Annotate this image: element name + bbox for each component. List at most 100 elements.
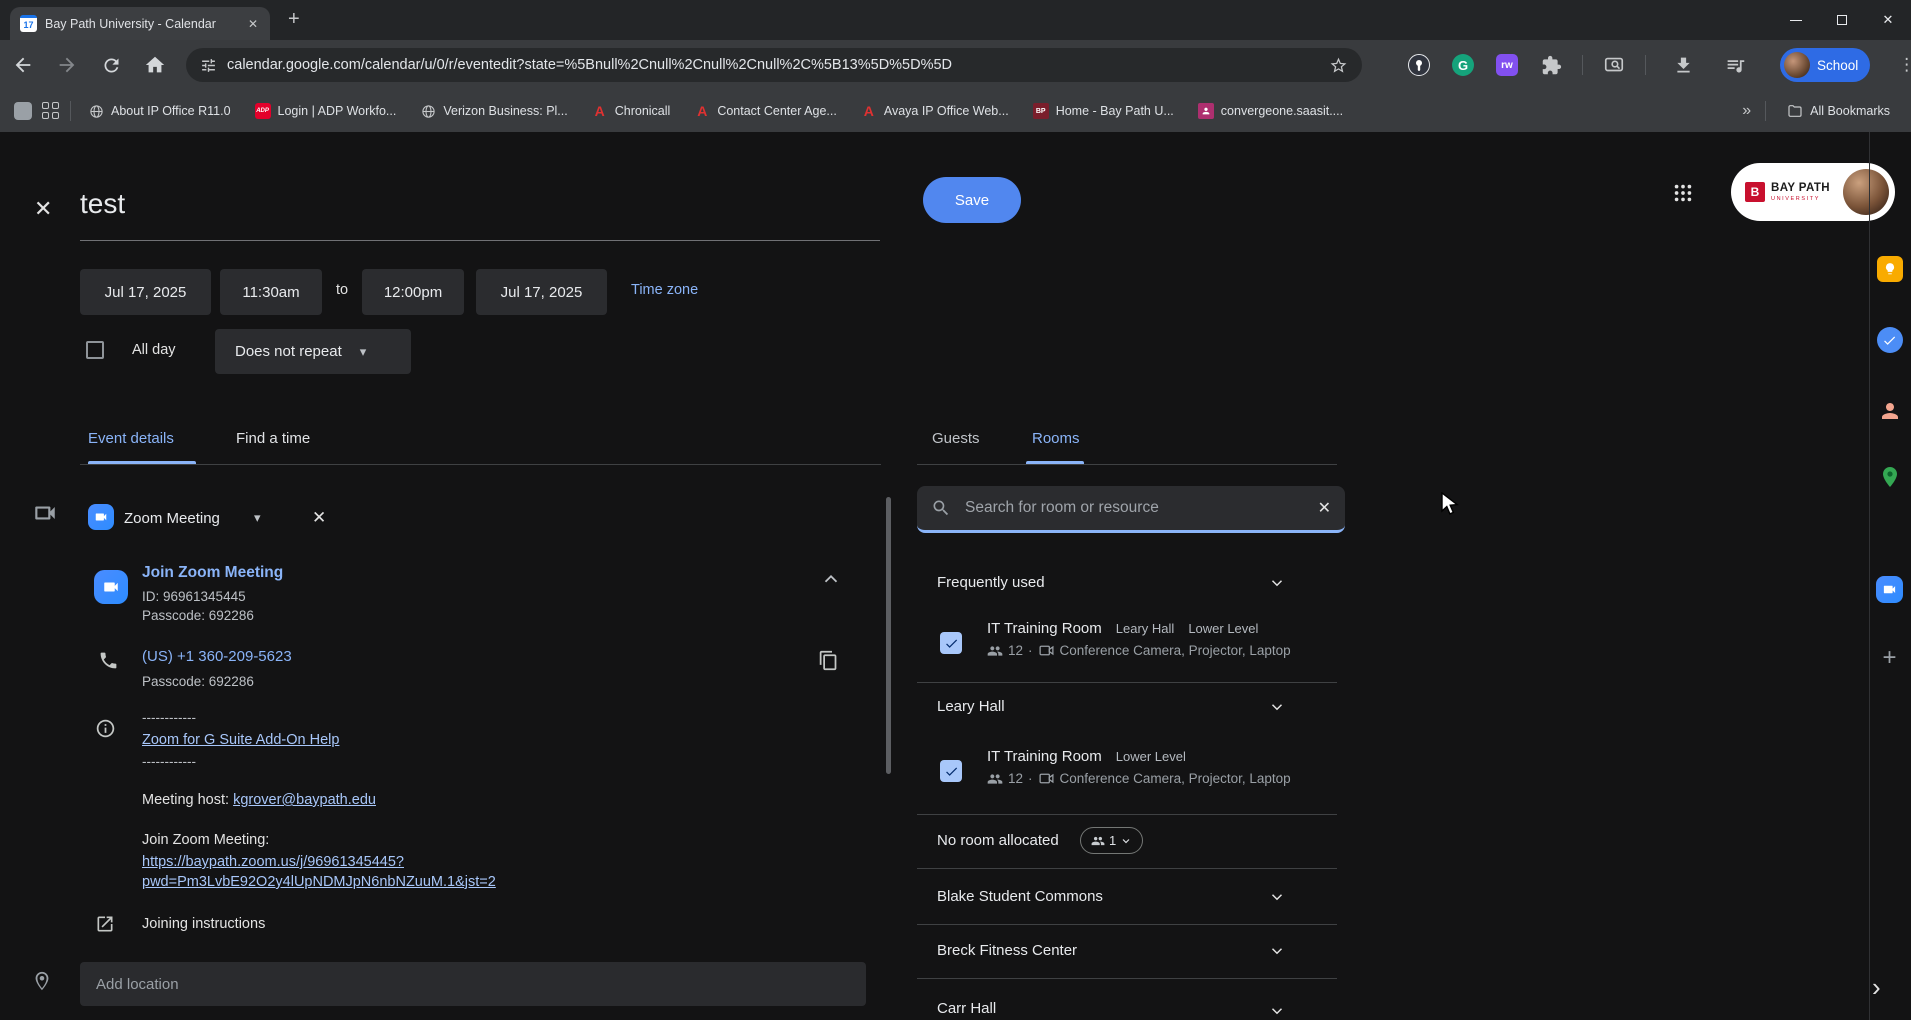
provider-dropdown-icon[interactable]: ▾ bbox=[254, 510, 261, 526]
downloads-icon[interactable] bbox=[1670, 52, 1696, 78]
conference-provider-label[interactable]: Zoom Meeting bbox=[124, 510, 220, 527]
remove-conference-icon[interactable]: ✕ bbox=[312, 508, 326, 528]
dashes-divider: ------------ bbox=[142, 710, 196, 725]
grammarly-extension-icon[interactable]: G bbox=[1450, 52, 1476, 78]
google-apps-grid-icon[interactable] bbox=[1672, 182, 1694, 204]
section-frequently-used[interactable]: Frequently used bbox=[937, 574, 1045, 591]
all-day-checkbox[interactable] bbox=[86, 341, 104, 359]
bookmark-baypath-home[interactable]: BPHome - Bay Path U... bbox=[1026, 103, 1181, 119]
forward-button[interactable] bbox=[54, 52, 80, 78]
join-url-label: Join Zoom Meeting: bbox=[142, 832, 269, 848]
no-room-count-pill[interactable]: 1 bbox=[1080, 827, 1143, 854]
clear-search-icon[interactable]: ✕ bbox=[1318, 498, 1331, 518]
bookmarks-overflow-icon[interactable]: » bbox=[1742, 102, 1751, 120]
browser-menu-icon[interactable]: ⋮ bbox=[1898, 55, 1911, 75]
maximize-button[interactable] bbox=[1819, 0, 1865, 40]
collapse-chevron-up-icon[interactable] bbox=[820, 568, 842, 590]
baypath-logo-text: BAY PATHUNIVERSITY bbox=[1771, 182, 1830, 202]
joining-instructions-link[interactable]: Joining instructions bbox=[142, 916, 265, 932]
tab-event-details[interactable]: Event details bbox=[88, 430, 174, 447]
tab-guests[interactable]: Guests bbox=[932, 430, 980, 447]
room-row[interactable]: IT Training Room Leary Hall Lower Level … bbox=[987, 620, 1339, 659]
chevron-down-icon[interactable] bbox=[1268, 1002, 1286, 1020]
get-addons-plus-icon[interactable]: + bbox=[1876, 644, 1903, 672]
bookmark-avaya-ip-office[interactable]: AAvaya IP Office Web... bbox=[854, 103, 1016, 119]
location-input[interactable] bbox=[80, 976, 866, 993]
google-keep-icon[interactable] bbox=[1876, 256, 1903, 282]
join-url-line2[interactable]: pwd=Pm3LvbE92O2y4lUpNDMJpN6nbNZuuM.1&jst… bbox=[142, 874, 496, 890]
tab-search-icon[interactable] bbox=[1601, 52, 1627, 78]
start-time-field[interactable]: 11:30am bbox=[220, 269, 322, 315]
address-bar[interactable]: calendar.google.com/calendar/u/0/r/event… bbox=[186, 48, 1362, 82]
bookmark-verizon[interactable]: Verizon Business: Pl... bbox=[413, 103, 574, 119]
room-checkbox-checked[interactable] bbox=[940, 632, 962, 654]
dial-in-number-link[interactable]: (US) +1 360-209-5623 bbox=[142, 648, 292, 665]
read-write-extension-icon[interactable]: rw bbox=[1494, 52, 1520, 78]
toolbar-divider bbox=[1645, 55, 1646, 75]
recurrence-dropdown[interactable]: Does not repeat ▾ bbox=[215, 329, 411, 374]
section-leary-hall[interactable]: Leary Hall bbox=[937, 698, 1005, 715]
join-url-line1[interactable]: https://baypath.zoom.us/j/96961345445? bbox=[142, 854, 404, 870]
account-switcher[interactable]: B BAY PATHUNIVERSITY bbox=[1731, 163, 1895, 221]
site-settings-icon[interactable] bbox=[200, 57, 217, 74]
room-search-box[interactable]: ✕ bbox=[917, 486, 1345, 533]
password-manager-extension-icon[interactable] bbox=[1406, 52, 1432, 78]
account-avatar[interactable] bbox=[1843, 169, 1889, 215]
tab-close-icon[interactable]: ✕ bbox=[244, 15, 262, 33]
media-controls-icon[interactable] bbox=[1722, 52, 1748, 78]
bookmark-adp-login[interactable]: ADPLogin | ADP Workfo... bbox=[248, 103, 404, 119]
bookmark-convergeone[interactable]: convergeone.saasit.... bbox=[1191, 103, 1350, 119]
timezone-link[interactable]: Time zone bbox=[631, 282, 698, 298]
join-zoom-meeting-link[interactable]: Join Zoom Meeting bbox=[142, 564, 283, 582]
section-carr-hall[interactable]: Carr Hall bbox=[937, 1000, 996, 1017]
zoom-help-link[interactable]: Zoom for G Suite Add-On Help bbox=[142, 732, 339, 748]
bookmark-about-ip-office[interactable]: About IP Office R11.0 bbox=[81, 103, 238, 119]
side-panel-icon[interactable] bbox=[14, 102, 32, 120]
home-button[interactable] bbox=[142, 52, 168, 78]
apps-shortcut-icon[interactable] bbox=[42, 102, 60, 120]
browser-profile-chip[interactable]: School bbox=[1780, 48, 1870, 82]
bookmark-label: Chronicall bbox=[615, 104, 671, 118]
tab-find-a-time[interactable]: Find a time bbox=[236, 430, 310, 447]
tab-rooms[interactable]: Rooms bbox=[1032, 430, 1080, 447]
chevron-down-icon[interactable] bbox=[1268, 942, 1286, 960]
browser-tab[interactable]: 17 Bay Path University - Calendar ✕ bbox=[10, 7, 270, 40]
end-time-field[interactable]: 12:00pm bbox=[362, 269, 464, 315]
end-date-field[interactable]: Jul 17, 2025 bbox=[476, 269, 607, 315]
close-window-button[interactable]: ✕ bbox=[1865, 0, 1911, 40]
bookmark-chronicall[interactable]: AChronicall bbox=[585, 103, 678, 119]
google-contacts-icon[interactable] bbox=[1876, 399, 1903, 423]
people-icon bbox=[987, 643, 1003, 659]
chevron-down-icon[interactable] bbox=[1268, 574, 1286, 592]
bookmark-label: Verizon Business: Pl... bbox=[443, 104, 567, 118]
google-tasks-icon[interactable] bbox=[1876, 327, 1903, 353]
section-blake-student-commons[interactable]: Blake Student Commons bbox=[937, 888, 1103, 905]
save-button[interactable]: Save bbox=[923, 177, 1021, 223]
bookmark-star-icon[interactable] bbox=[1329, 56, 1348, 75]
chevron-down-icon[interactable] bbox=[1268, 888, 1286, 906]
room-search-input[interactable] bbox=[965, 499, 1304, 517]
reload-button[interactable] bbox=[98, 52, 124, 78]
google-maps-icon[interactable] bbox=[1876, 465, 1903, 489]
extensions-puzzle-icon[interactable] bbox=[1538, 52, 1564, 78]
section-breck-fitness-center[interactable]: Breck Fitness Center bbox=[937, 942, 1077, 959]
side-panel-collapse-icon[interactable]: › bbox=[1872, 972, 1881, 1003]
start-date-field[interactable]: Jul 17, 2025 bbox=[80, 269, 211, 315]
zoom-addon-icon[interactable] bbox=[1876, 576, 1903, 603]
bookmark-contact-center[interactable]: AContact Center Age... bbox=[687, 103, 844, 119]
minimize-button[interactable] bbox=[1773, 0, 1819, 40]
host-email-link[interactable]: kgrover@baypath.edu bbox=[233, 792, 376, 808]
copy-icon[interactable] bbox=[818, 650, 839, 671]
chevron-down-icon[interactable] bbox=[1268, 698, 1286, 716]
close-event-icon[interactable]: ✕ bbox=[34, 196, 52, 222]
scrollbar-thumb[interactable] bbox=[886, 497, 891, 774]
event-title-input[interactable]: test bbox=[80, 188, 125, 220]
globe-icon bbox=[88, 103, 104, 119]
url-text[interactable]: calendar.google.com/calendar/u/0/r/event… bbox=[227, 57, 1319, 73]
new-tab-button[interactable]: + bbox=[288, 8, 300, 31]
room-checkbox-checked[interactable] bbox=[940, 760, 962, 782]
open-in-new-icon bbox=[95, 914, 115, 934]
room-row[interactable]: IT Training Room Lower Level 12 · Confer… bbox=[987, 748, 1339, 787]
back-button[interactable] bbox=[10, 52, 36, 78]
all-bookmarks-button[interactable]: All Bookmarks bbox=[1780, 103, 1897, 119]
